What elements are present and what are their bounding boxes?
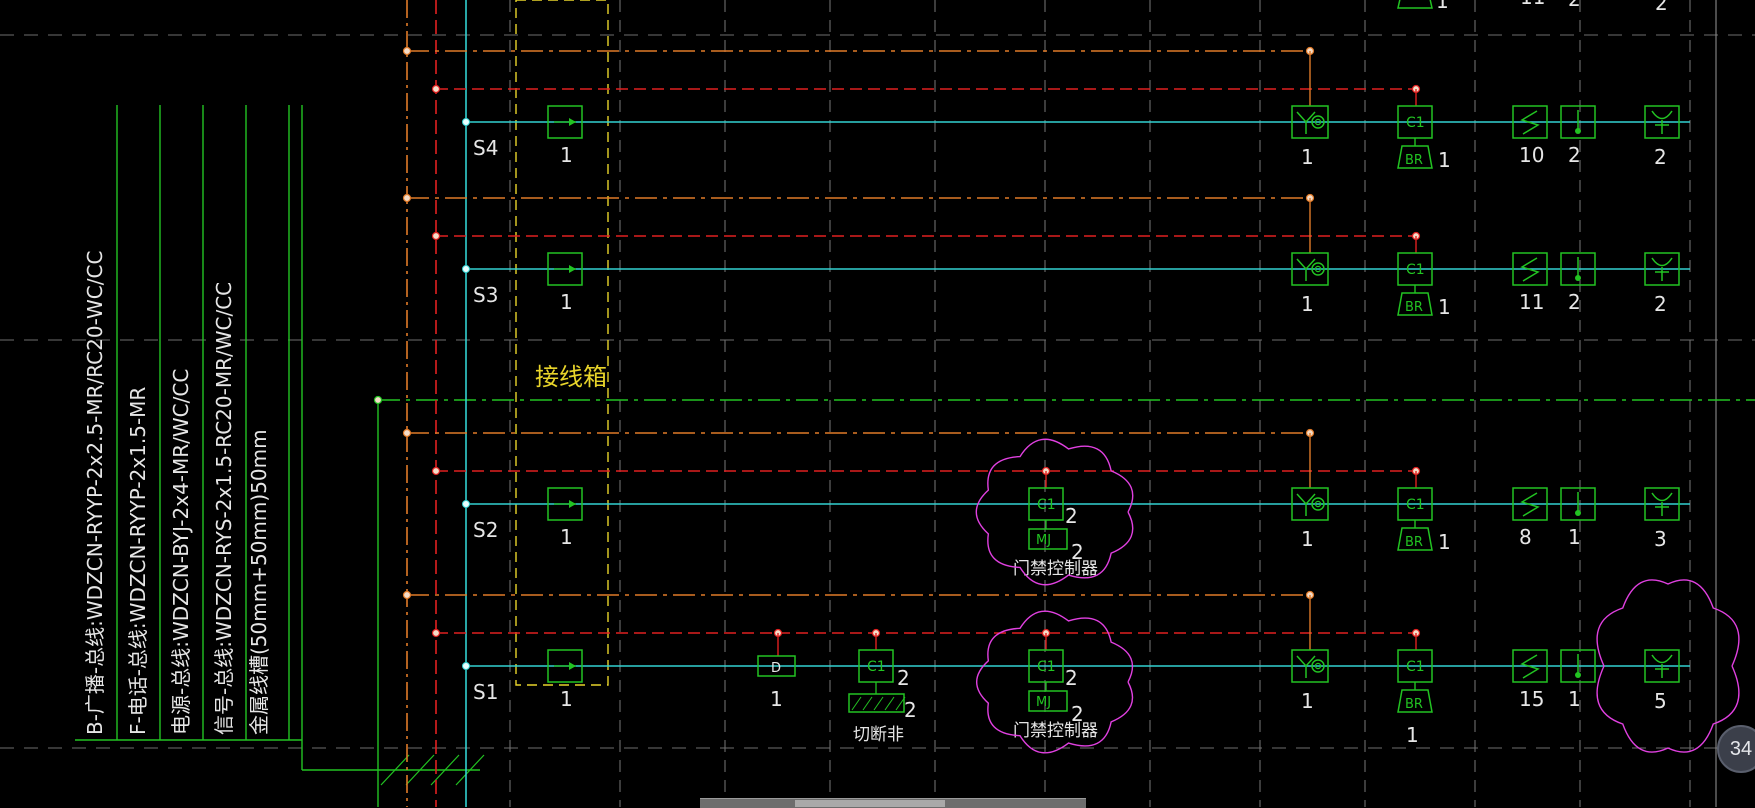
pushbutton-count: 1 <box>1568 687 1581 711</box>
device-row-s4: S4 1 1 C1 BR 1 10 2 2 <box>402 46 1690 172</box>
row-id-label: S4 <box>473 136 498 160</box>
junction-box-outline <box>515 0 609 686</box>
legend-text-1: B-广播-总线:WDZCN-RYYP-2x2.5-MR/RC20-WC/CC <box>83 251 107 735</box>
switch-count: 10 <box>1519 143 1544 167</box>
br-symbol-text: BR <box>1405 535 1423 550</box>
module-count: 1 <box>560 525 573 549</box>
top-partial-count: 1 <box>1436 0 1449 13</box>
module-arrow-head <box>569 265 576 273</box>
bus-lines: 接线箱 <box>406 0 609 807</box>
c1-symbol-text: C1 <box>1406 497 1425 513</box>
row-id-label: S2 <box>473 518 498 542</box>
orange-node <box>402 46 412 56</box>
revision-clouds <box>975 438 1740 754</box>
speaker-count: 1 <box>1301 292 1314 316</box>
antenna-count: 5 <box>1654 689 1667 713</box>
br-symbol-text: BR <box>1405 153 1423 168</box>
cutoff-label: 切断非 <box>853 725 904 745</box>
module-count: 1 <box>560 143 573 167</box>
access-c1-count: 2 <box>1065 666 1078 690</box>
pushbutton-count: 1 <box>1568 525 1581 549</box>
access-controller-2: C1 2MJ 2门禁控制器 <box>1013 628 1098 741</box>
c1-symbol-text: C1 <box>1406 659 1425 675</box>
switch-count: 8 <box>1519 525 1532 549</box>
junction-box-label: 接线箱 <box>535 363 607 391</box>
red-node <box>431 231 441 241</box>
module-arrow-head <box>569 500 576 508</box>
module-count: 1 <box>560 290 573 314</box>
legend-text-5: 金属线槽(50mm+50mm)50mm <box>247 429 271 735</box>
c1-count: 1 <box>1438 295 1451 319</box>
cutoff-hatch <box>862 696 873 711</box>
switch-count: 15 <box>1519 687 1544 711</box>
cyan-node <box>462 265 470 273</box>
cyan-node <box>462 500 470 508</box>
c1-count: 1 <box>1438 148 1451 172</box>
s1-extra-devices: D1C1 22切断非 <box>757 628 917 745</box>
red-node <box>431 84 441 94</box>
row-id-label: S1 <box>473 680 498 704</box>
cutoff-hatch <box>884 696 895 711</box>
speaker-count: 1 <box>1301 527 1314 551</box>
row-id-label: S3 <box>473 283 498 307</box>
cutoff-hatch <box>851 696 862 711</box>
c1-symbol-text: C1 <box>867 659 886 675</box>
d-symbol-text: D <box>771 661 781 676</box>
pushbutton-dot <box>1575 128 1581 134</box>
red-node <box>431 628 441 638</box>
access-controller-label: 门禁控制器 <box>1013 721 1098 741</box>
c1-symbol-text: C1 <box>1406 115 1425 131</box>
cyan-node <box>462 662 470 670</box>
mj-symbol-text: MJ <box>1036 533 1051 548</box>
device-row-s3: S3 1 1C1BR 1 11 2 2 <box>402 193 1690 319</box>
c1-symbol-text: C1 <box>1037 659 1056 675</box>
mj-symbol-text: MJ <box>1036 695 1051 710</box>
antenna-count: 2 <box>1654 292 1667 316</box>
pushbutton-dot <box>1575 672 1581 678</box>
cutoff-count: 2 <box>904 698 917 722</box>
scrollbar-thumb[interactable] <box>795 800 945 807</box>
red-node <box>431 466 441 476</box>
switch-count: 11 <box>1519 290 1544 314</box>
legend-text-3: 电源-总线:WDZCN-BYJ-2x4-MR/WC/CC <box>169 369 193 735</box>
legend-text-4: 信号-总线:WDZCN-RYS-2x1.5-RC20-MR/WC/CC <box>212 282 236 735</box>
access-controller-1: C1 2MJ 2门禁控制器 <box>1013 466 1098 579</box>
c1-count: 1 <box>1438 530 1451 554</box>
br-symbol-partial <box>1397 0 1433 9</box>
module-arrow-head <box>569 118 576 126</box>
pushbutton-count: 2 <box>1568 290 1581 314</box>
cad-drawing-canvas[interactable]: B-广播-总线:WDZCN-RYYP-2x2.5-MR/RC20-WC/CC F-… <box>0 0 1755 807</box>
access-controllers: C1 2MJ 2门禁控制器C1 2MJ 2门禁控制器D1C1 22切断非 <box>757 466 1098 745</box>
antenna-count: 2 <box>1654 145 1667 169</box>
speaker-count: 1 <box>1301 145 1314 169</box>
speaker-count: 1 <box>1301 689 1314 713</box>
green-bus-node <box>373 395 383 405</box>
br-symbol-text: BR <box>1405 697 1423 712</box>
pushbutton-dot <box>1575 510 1581 516</box>
pushbutton-count: 2 <box>1568 143 1581 167</box>
access-c1-count: 2 <box>1065 504 1078 528</box>
orange-node <box>402 590 412 600</box>
top-partial-count: 11 <box>1520 0 1545 9</box>
c1-symbol-text: C1 <box>1406 262 1425 278</box>
c1-symbol-text: C1 <box>1037 497 1056 513</box>
c1-count: 1 <box>1406 723 1419 747</box>
br-symbol-text: BR <box>1405 300 1423 315</box>
cutoff-c1-count: 2 <box>897 666 910 690</box>
module-count: 1 <box>560 687 573 711</box>
cutoff-hatch <box>873 696 884 711</box>
cyan-node <box>462 118 470 126</box>
top-partial-count: 2 <box>1568 0 1581 11</box>
orange-node <box>402 193 412 203</box>
orange-node <box>402 428 412 438</box>
d-count: 1 <box>770 687 783 711</box>
legend-text-2: F-电话-总线:WDZCN-RYYP-2x1.5-MR <box>126 387 150 735</box>
top-partial-count: 2 <box>1655 0 1668 15</box>
pushbutton-dot <box>1575 275 1581 281</box>
antenna-count: 3 <box>1654 527 1667 551</box>
module-arrow-head <box>569 662 576 670</box>
